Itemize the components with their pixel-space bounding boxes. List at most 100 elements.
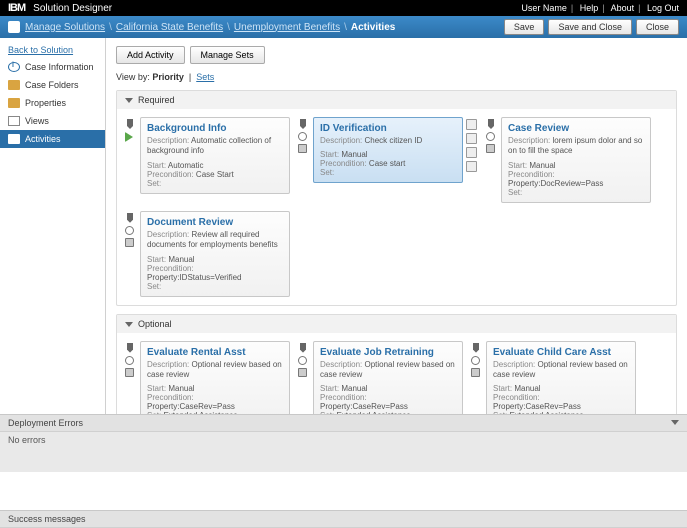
card-start: Start: Manual (147, 384, 283, 393)
card-start: Start: Manual (147, 255, 283, 264)
card-badges (298, 117, 310, 153)
ibm-logo: IBM (8, 2, 25, 14)
card-precondition: Precondition: Property:CaseRev=Pass (147, 393, 283, 411)
bc-level2[interactable]: Unemployment Benefits (234, 22, 340, 33)
settings-icon[interactable] (466, 147, 477, 158)
card-title: Evaluate Rental Asst (147, 347, 283, 358)
activity-card-wrap: Case Review Description: lorem ipsum dolo… (486, 117, 651, 203)
card-precondition: Precondition: Property:IDStatus=Verified (147, 264, 283, 282)
pin-icon (298, 119, 308, 129)
activity-card[interactable]: ID VerificationDescription: Check citize… (313, 117, 463, 183)
card-precondition: Precondition: Property:DocReview=Pass (508, 170, 644, 188)
ring-icon (486, 132, 495, 141)
sidebar-item-activities[interactable]: Activities (0, 130, 105, 148)
success-panel: Success messages (0, 510, 687, 526)
card-description: Description: lorem ipsum dolor and so on… (508, 136, 644, 157)
activity-card[interactable]: Background InfoDescription: Automatic co… (140, 117, 290, 194)
card-precondition: Precondition: Case start (320, 159, 456, 168)
app-title: Solution Designer (33, 3, 112, 14)
breadcrumb-bar: Manage Solutions \ California State Bene… (0, 16, 687, 38)
delete-icon[interactable] (466, 161, 477, 172)
activity-card-wrap: Document Review Description: Review all r… (125, 211, 290, 297)
section-header-optional[interactable]: Optional (117, 315, 676, 333)
view-priority[interactable]: Priority (152, 72, 184, 82)
card-title: Evaluate Job Retraining (320, 347, 456, 358)
activity-card[interactable]: Document Review Description: Review all r… (140, 211, 290, 297)
user-link[interactable]: User Name (521, 3, 567, 13)
card-start: Start: Automatic (147, 161, 283, 170)
disk-icon (486, 144, 495, 153)
pin-icon (125, 119, 135, 129)
pin-icon (125, 213, 135, 223)
activities-icon (8, 134, 20, 144)
close-button[interactable]: Close (636, 19, 679, 35)
sidebar: Back to Solution Case Information Case F… (0, 38, 106, 438)
back-link[interactable]: Back to Solution (0, 42, 105, 58)
disk-icon (471, 368, 480, 377)
pin-icon (125, 343, 135, 353)
chevron-down-icon (125, 98, 133, 103)
card-title: Evaluate Child Care Asst (493, 347, 629, 358)
save-button[interactable]: Save (504, 19, 545, 35)
deployment-errors-panel: Deployment Errors No errors (0, 414, 687, 472)
bc-root[interactable]: Manage Solutions (25, 22, 105, 33)
card-start: Start: Manual (320, 384, 456, 393)
top-bar: IBM Solution Designer User Name| Help| A… (0, 0, 687, 16)
card-badges (125, 211, 137, 247)
ring-icon (298, 132, 307, 141)
logout-link[interactable]: Log Out (647, 3, 679, 13)
card-set: Set: (320, 168, 456, 177)
sidebar-item-properties[interactable]: Properties (0, 94, 105, 112)
bc-level1[interactable]: California State Benefits (116, 22, 223, 33)
card-description: Description: Automatic collection of bac… (147, 136, 283, 157)
play-icon (125, 132, 133, 142)
card-badges (125, 341, 137, 377)
disk-icon (125, 368, 134, 377)
errors-header[interactable]: Deployment Errors (0, 415, 687, 432)
edit-icon[interactable] (466, 119, 477, 130)
card-title: ID Verification (320, 123, 456, 134)
card-description: Description: Review all required documen… (147, 230, 283, 251)
activity-card-wrap: Background InfoDescription: Automatic co… (125, 117, 290, 203)
properties-icon (8, 98, 20, 108)
errors-msg: No errors (0, 432, 687, 472)
pin-icon (486, 119, 496, 129)
success-header[interactable]: Success messages (0, 511, 687, 528)
bc-current: Activities (351, 22, 395, 33)
sidebar-item-label: Case Information (25, 62, 94, 72)
about-link[interactable]: About (611, 3, 635, 13)
card-description: Description: Optional review based on ca… (147, 360, 283, 381)
card-precondition: Precondition: Case Start (147, 170, 283, 179)
chevron-down-icon (125, 322, 133, 327)
card-badges (125, 117, 137, 142)
home-icon[interactable] (8, 21, 20, 33)
card-badges (486, 117, 498, 153)
card-title: Case Review (508, 123, 644, 134)
card-start: Start: Manual (320, 150, 456, 159)
view-by: View by: Priority | Sets (116, 72, 677, 82)
section-header-required[interactable]: Required (117, 91, 676, 109)
card-tools (466, 117, 478, 172)
ring-icon (125, 356, 134, 365)
save-close-button[interactable]: Save and Close (548, 19, 632, 35)
card-title: Document Review (147, 217, 283, 228)
sidebar-item-views[interactable]: Views (0, 112, 105, 130)
manage-sets-button[interactable]: Manage Sets (190, 46, 265, 64)
add-activity-button[interactable]: Add Activity (116, 46, 185, 64)
copy-icon[interactable] (466, 133, 477, 144)
help-link[interactable]: Help (580, 3, 599, 13)
views-icon (8, 116, 20, 126)
sidebar-item-case-info[interactable]: Case Information (0, 58, 105, 76)
ring-icon (471, 356, 480, 365)
ring-icon (298, 356, 307, 365)
card-precondition: Precondition: Property:CaseRev=Pass (493, 393, 629, 411)
activity-card[interactable]: Case Review Description: lorem ipsum dolo… (501, 117, 651, 203)
sidebar-item-folders[interactable]: Case Folders (0, 76, 105, 94)
pin-icon (471, 343, 481, 353)
card-start: Start: Manual (508, 161, 644, 170)
info-icon (8, 62, 20, 72)
card-description: Description: Optional review based on ca… (320, 360, 456, 381)
disk-icon (298, 144, 307, 153)
view-sets[interactable]: Sets (196, 72, 214, 82)
card-badges (471, 341, 483, 377)
